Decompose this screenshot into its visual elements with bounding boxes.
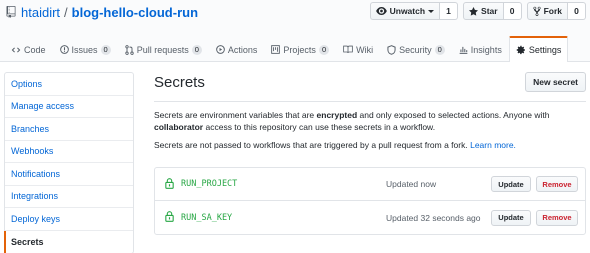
repo-title: htaidirt / blog-hello-cloud-run [6,4,198,20]
sidebar-item-integrations[interactable]: Integrations [5,186,133,208]
graph-icon [459,46,468,54]
star-label: Star [481,6,498,16]
star-icon [469,6,479,16]
new-secret-button[interactable]: New secret [525,72,586,92]
shield-icon [387,44,396,55]
desc-text: access to this repository can use these … [203,121,436,132]
star-button[interactable]: Star [463,2,504,20]
tab-settings[interactable]: Settings [508,36,569,62]
tab-label: Projects [283,44,316,55]
sidebar-item-secrets[interactable]: Secrets [4,230,133,253]
page-title: Secrets [154,74,205,91]
desc-emphasis: encrypted [316,110,358,120]
tab-projects[interactable]: Projects 0 [264,36,336,62]
fork-label: Fork [543,6,562,16]
sidebar-item-notifications[interactable]: Notifications [5,163,133,186]
pull-requests-count: 0 [191,44,202,55]
tab-label: Settings [528,45,562,55]
repo-actions: Unwatch 1 Star 0 Fork 0 [369,2,586,20]
secret-name: RUN_PROJECT [181,179,238,189]
stars-count[interactable]: 0 [503,2,522,20]
repo-owner-link[interactable]: htaidirt [21,5,60,20]
tab-label: Insights [470,44,502,55]
update-button[interactable]: Update [491,176,531,192]
sidebar-item-branches[interactable]: Branches [5,118,133,141]
desc-text: and only exposed to selected actions. An… [357,110,550,120]
unwatch-button[interactable]: Unwatch [369,2,441,20]
watchers-count[interactable]: 1 [440,2,459,20]
pull-request-icon [125,44,134,55]
page-header: Secrets New secret [154,68,586,102]
tab-pull-requests[interactable]: Pull requests 0 [118,36,209,62]
tab-label: Wiki [356,44,374,55]
tab-label: Pull requests [136,44,189,55]
note-text: Secrets are not passed to workflows that… [154,140,468,150]
play-icon [216,45,225,54]
repo-header: htaidirt / blog-hello-cloud-run Unwatch … [0,0,590,62]
lock-icon [165,211,174,222]
settings-sidebar: Options Manage access Branches Webhooks … [4,72,134,253]
secrets-list: RUN_PROJECT Updated now Update Remove RU… [154,167,586,235]
tab-label: Issues [71,44,98,55]
tab-label: Actions [227,44,258,55]
sidebar-item-options[interactable]: Options [5,73,133,96]
update-button[interactable]: Update [491,209,531,226]
secret-updated: Updated 32 seconds ago [386,212,481,223]
remove-button[interactable]: Remove [536,209,578,226]
desc-emphasis: collaborator [154,121,204,132]
lock-icon [165,178,174,189]
projects-count: 0 [318,44,330,55]
project-icon [271,45,281,54]
secret-name: RUN_SA_KEY [181,212,233,223]
secrets-panel: Secrets New secret Secrets are environme… [154,68,586,235]
repo-icon [6,6,16,18]
code-icon [11,47,21,52]
star-button-group: Star 0 [463,2,522,20]
list-item: RUN_PROJECT Updated now Update Remove [155,168,585,201]
issues-count: 0 [100,44,111,55]
desc-text: Secrets are environment variables that a… [154,110,317,120]
tab-wiki[interactable]: Wiki [336,36,380,62]
issue-icon [59,45,69,54]
eye-icon [375,7,387,15]
tab-actions[interactable]: Actions [209,36,265,62]
tab-label: Code [24,44,46,55]
tab-insights[interactable]: Insights [452,36,509,62]
secret-updated: Updated now [386,179,437,189]
sidebar-item-manage-access[interactable]: Manage access [5,96,133,118]
unwatch-label: Unwatch [389,6,426,16]
list-item: RUN_SA_KEY Updated 32 seconds ago Update… [155,201,585,234]
repo-separator: / [64,4,68,20]
tab-code[interactable]: Code [4,36,53,62]
repo-name-link[interactable]: blog-hello-cloud-run [72,5,198,20]
tab-security[interactable]: Security 0 [380,36,452,62]
fork-note: Secrets are not passed to workflows that… [154,140,586,150]
sidebar-item-deploy-keys[interactable]: Deploy keys [5,208,133,231]
chevron-down-icon [428,9,435,13]
remove-button[interactable]: Remove [536,176,578,192]
tab-label: Security [399,44,432,55]
security-count: 0 [434,44,445,55]
learn-more-link[interactable]: Learn more. [470,140,516,150]
fork-button[interactable]: Fork [526,2,568,20]
watch-button-group: Unwatch 1 [369,2,459,20]
fork-button-group: Fork 0 [526,2,586,20]
tab-issues[interactable]: Issues 0 [53,36,118,62]
repo-nav-tabs: Code Issues 0 Pull requests 0 Actions Pr… [4,36,569,62]
gear-icon [516,45,525,55]
fork-icon [533,6,541,16]
secrets-description: Secrets are environment variables that a… [154,110,586,133]
book-icon [343,45,353,53]
forks-count[interactable]: 0 [568,2,586,20]
sidebar-item-webhooks[interactable]: Webhooks [5,141,133,163]
